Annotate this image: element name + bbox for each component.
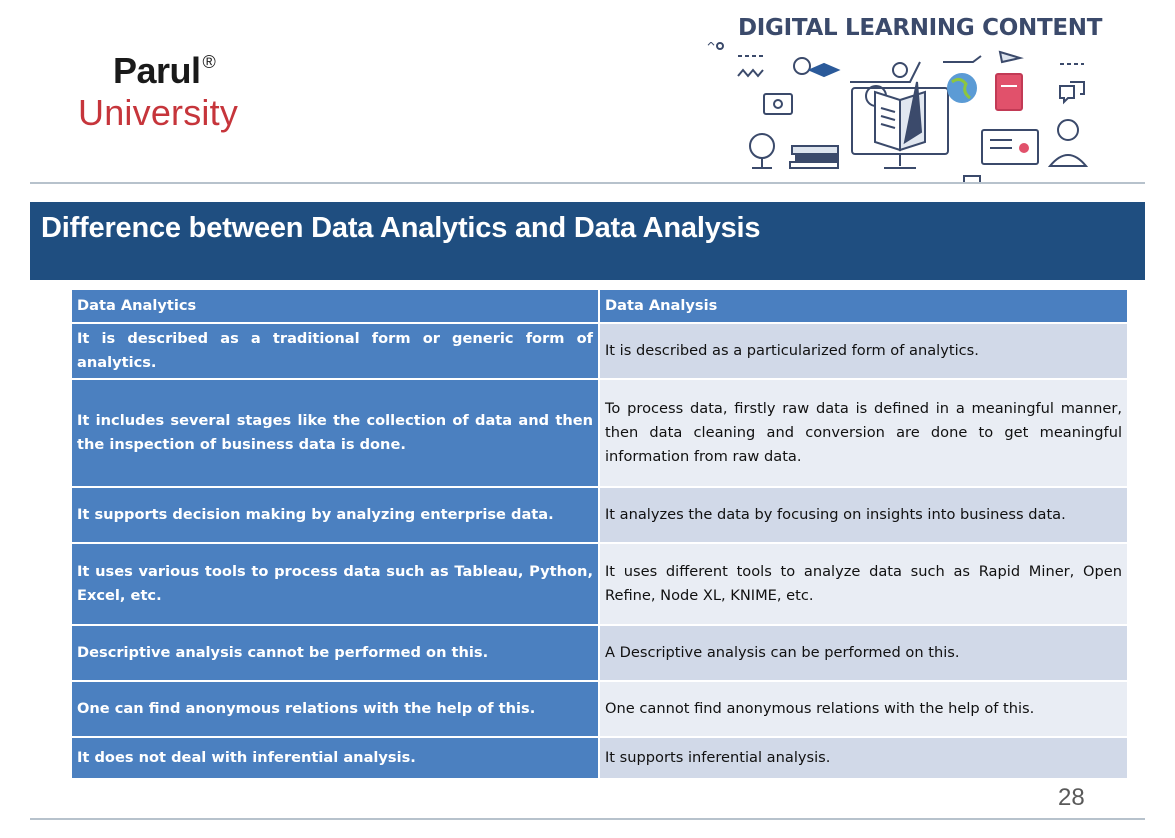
table-cell: It does not deal with inferential analys… [72,738,600,780]
svg-text:×: × [706,42,716,49]
table-cell: It uses various tools to process data su… [72,544,600,626]
table-row: It uses various tools to process data su… [72,544,1127,626]
title-banner: Difference between Data Analytics and Da… [30,202,1145,280]
header-cell-data-analysis: Data Analysis [600,290,1127,324]
table-cell: Descriptive analysis cannot be performed… [72,626,600,682]
table-cell: It supports decision making by analyzing… [72,488,600,544]
table-cell: One cannot find anonymous relations with… [600,682,1127,738]
registered-mark: ® [202,52,216,72]
table-cell: It supports inferential analysis. [600,738,1127,780]
table-cell: A Descriptive analysis can be performed … [600,626,1127,682]
digital-learning-content-title: DIGITAL LEARNING CONTENT [738,15,1103,41]
page-number: 28 [1058,784,1085,811]
table-cell: It includes several stages like the coll… [72,380,600,488]
table-cell: To process data, firstly raw data is def… [600,380,1127,488]
header-cell-data-analytics: Data Analytics [72,290,600,324]
footer-divider [30,818,1145,820]
table-cell: It is described as a particularized form… [600,324,1127,380]
table-row: It includes several stages like the coll… [72,380,1127,488]
table-row: One can find anonymous relations with th… [72,682,1127,738]
logo-subtext: University [78,92,239,133]
header-divider [30,182,1145,184]
table-row: Descriptive analysis cannot be performed… [72,626,1127,682]
table-row: It supports decision making by analyzing… [72,488,1127,544]
table-cell: It uses different tools to analyze data … [600,544,1127,626]
table-row: It does not deal with inferential analys… [72,738,1127,780]
parul-university-logo: Parul ® University [78,50,278,140]
logo-name: Parul [113,50,201,91]
slide-title: Difference between Data Analytics and Da… [41,212,761,244]
table-row: It is described as a traditional form or… [72,324,1127,380]
table-cell: It analyzes the data by focusing on insi… [600,488,1127,544]
table-header-row: Data Analytics Data Analysis [72,290,1127,324]
table-cell: One can find anonymous relations with th… [72,682,600,738]
table-cell: It is described as a traditional form or… [72,324,600,380]
comparison-table: Data Analytics Data Analysis It is descr… [72,290,1127,780]
education-illustration-icon: × [706,42,1089,184]
